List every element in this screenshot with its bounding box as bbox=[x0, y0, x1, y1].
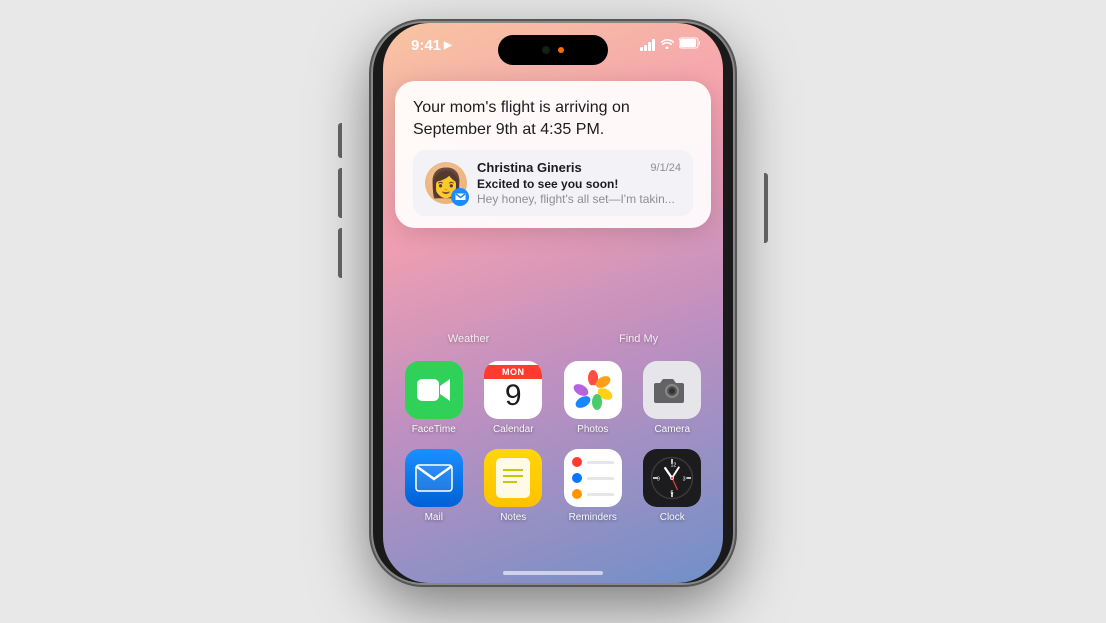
status-dot bbox=[558, 47, 564, 53]
message-header: Christina Gineris 9/1/24 bbox=[477, 160, 681, 175]
app-item-reminders[interactable]: Reminders bbox=[560, 449, 626, 523]
status-icons bbox=[640, 37, 701, 52]
status-time: 9:41 ▶ bbox=[411, 37, 452, 54]
message-subject: Excited to see you soon! bbox=[477, 177, 681, 191]
reminder-row-1 bbox=[572, 457, 614, 467]
dynamic-island bbox=[498, 35, 608, 65]
svg-text:6: 6 bbox=[671, 490, 674, 496]
battery-icon bbox=[679, 37, 701, 52]
app-item-facetime[interactable]: FaceTime bbox=[401, 361, 467, 435]
facetime-label: FaceTime bbox=[412, 424, 456, 435]
app-item-calendar[interactable]: MON 9 Calendar bbox=[481, 361, 547, 435]
facetime-icon bbox=[405, 361, 463, 419]
reminder-dot-orange bbox=[572, 489, 582, 499]
camera-label: Camera bbox=[654, 424, 690, 435]
calendar-label: Calendar bbox=[493, 424, 534, 435]
reminder-line-1 bbox=[587, 461, 614, 464]
clock-icon: 12 3 6 9 bbox=[643, 449, 701, 507]
time-display: 9:41 bbox=[411, 37, 441, 54]
message-preview: Hey honey, flight's all set—I'm takin... bbox=[477, 192, 681, 206]
signal-bars bbox=[640, 39, 655, 51]
camera-dot bbox=[542, 46, 550, 54]
notification-card[interactable]: Your mom's flight is arriving on Septemb… bbox=[395, 81, 711, 228]
calendar-day-name: MON bbox=[484, 365, 542, 379]
reminder-line-2 bbox=[587, 477, 614, 480]
message-app-icon bbox=[451, 188, 469, 206]
message-content: Christina Gineris 9/1/24 Excited to see … bbox=[477, 160, 681, 206]
reminder-row-3 bbox=[572, 489, 614, 499]
reminder-dot-blue bbox=[572, 473, 582, 483]
notification-message: Christina Gineris 9/1/24 Excited to see … bbox=[413, 150, 693, 216]
message-date: 9/1/24 bbox=[650, 162, 681, 174]
camera-icon bbox=[643, 361, 701, 419]
widget-labels: Weather Find My bbox=[383, 333, 723, 345]
app-item-notes[interactable]: Notes bbox=[481, 449, 547, 523]
weather-widget-label: Weather bbox=[448, 333, 489, 345]
reminders-icon bbox=[564, 449, 622, 507]
home-indicator bbox=[503, 571, 603, 575]
wifi-icon bbox=[660, 37, 674, 52]
phone-wrapper: 9:41 ▶ bbox=[343, 23, 763, 623]
volume-up-button bbox=[338, 168, 342, 218]
app-item-mail[interactable]: Mail bbox=[401, 449, 467, 523]
clock-face-svg: 12 3 6 9 bbox=[650, 456, 694, 500]
reminders-label: Reminders bbox=[569, 512, 617, 523]
mail-label: Mail bbox=[425, 512, 443, 523]
reminder-line-3 bbox=[587, 493, 614, 496]
reminder-dot-red bbox=[572, 457, 582, 467]
svg-text:9: 9 bbox=[657, 476, 660, 482]
app-item-clock[interactable]: 12 3 6 9 bbox=[640, 449, 706, 523]
app-grid: FaceTime MON 9 Calendar bbox=[383, 361, 723, 523]
reminders-content bbox=[564, 449, 622, 507]
phone-frame: 9:41 ▶ bbox=[373, 23, 733, 583]
volume-down-button bbox=[338, 228, 342, 278]
sender-name: Christina Gineris bbox=[477, 160, 582, 175]
findmy-widget-label: Find My bbox=[619, 333, 658, 345]
clock-label: Clock bbox=[660, 512, 685, 523]
calendar-icon: MON 9 bbox=[484, 361, 542, 419]
power-button bbox=[764, 173, 768, 243]
svg-text:12: 12 bbox=[671, 463, 677, 469]
calendar-day-number: 9 bbox=[505, 381, 522, 411]
phone-screen: 9:41 ▶ bbox=[383, 23, 723, 583]
app-item-camera[interactable]: Camera bbox=[640, 361, 706, 435]
photos-icon bbox=[564, 361, 622, 419]
photos-label: Photos bbox=[577, 424, 608, 435]
mail-icon bbox=[405, 449, 463, 507]
notes-label: Notes bbox=[500, 512, 526, 523]
location-icon: ▶ bbox=[444, 40, 452, 51]
notification-main-text: Your mom's flight is arriving on Septemb… bbox=[413, 97, 693, 140]
notes-icon bbox=[484, 449, 542, 507]
mute-button bbox=[338, 123, 342, 158]
reminder-row-2 bbox=[572, 473, 614, 483]
svg-text:3: 3 bbox=[683, 476, 686, 482]
app-item-photos[interactable]: Photos bbox=[560, 361, 626, 435]
